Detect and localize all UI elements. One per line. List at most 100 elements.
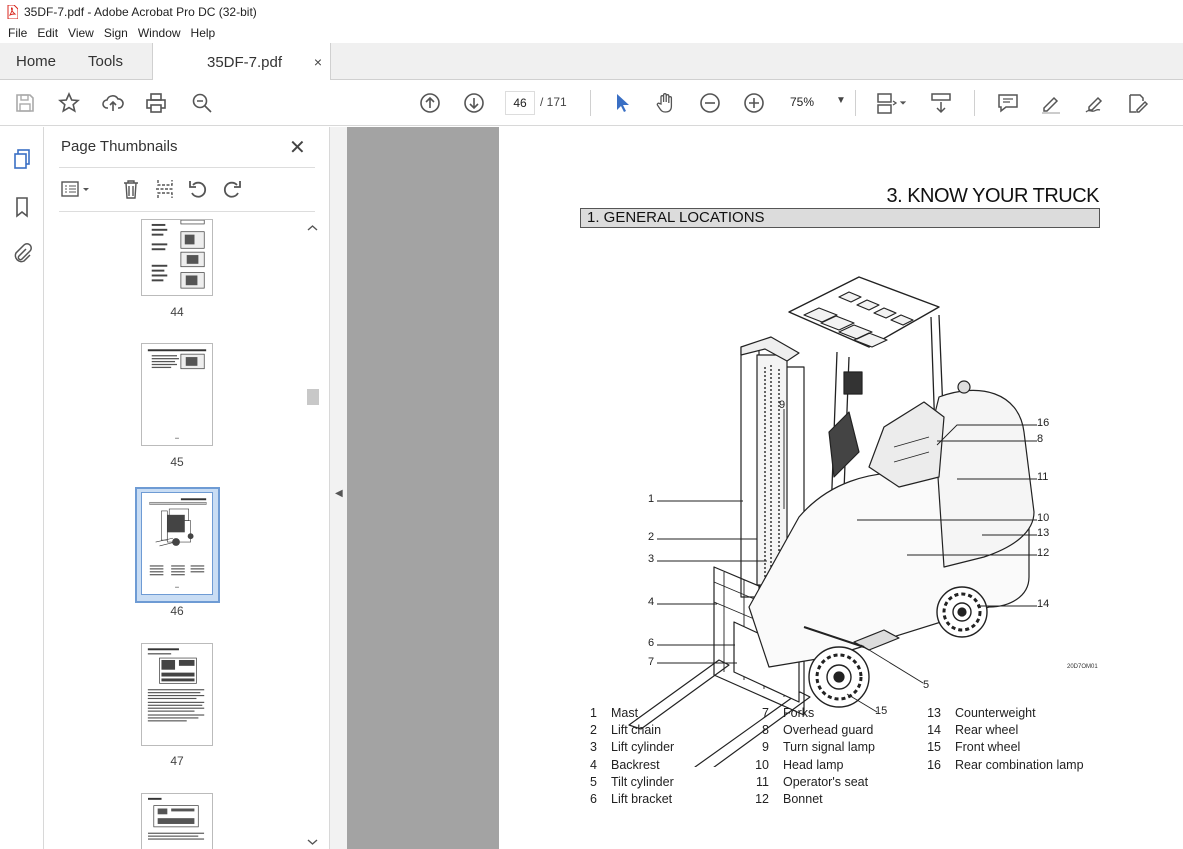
menu-help[interactable]: Help bbox=[186, 26, 221, 40]
edit-pdf-icon[interactable] bbox=[1126, 91, 1150, 115]
legend-column-1: 1 Mast 2 Lift chain 3 Lift cylinder 4 Backre… bbox=[575, 705, 674, 808]
panel-close-icon[interactable]: ✕ bbox=[289, 135, 306, 160]
bookmark-star-icon[interactable] bbox=[57, 91, 81, 115]
callout-label: 13 bbox=[1037, 527, 1050, 539]
callout-label: 11 bbox=[1037, 471, 1049, 483]
rotate-counterclockwise-icon[interactable] bbox=[185, 177, 211, 201]
section-heading: 1. GENERAL LOCATIONS bbox=[580, 208, 1100, 228]
share-upload-icon[interactable] bbox=[101, 91, 125, 115]
panel-collapse-splitter[interactable]: ◀ bbox=[329, 127, 347, 849]
fit-page-icon[interactable] bbox=[874, 91, 898, 115]
callout-label: 6 bbox=[648, 637, 655, 649]
page-total: / 171 bbox=[540, 95, 567, 109]
tab-tools[interactable]: Tools bbox=[88, 43, 123, 80]
legend-item: 9 Turn signal lamp bbox=[762, 740, 875, 755]
thumbnail-page[interactable] bbox=[141, 793, 213, 849]
previous-page-icon[interactable] bbox=[418, 91, 442, 115]
tab-document[interactable]: 35DF-7.pdf × bbox=[152, 43, 331, 81]
thumbnail-page[interactable] bbox=[141, 343, 213, 446]
scroll-down-arrow-icon[interactable] bbox=[305, 837, 320, 847]
thumbnail-page-number: 46 bbox=[170, 604, 184, 618]
zoom-dropdown-chevron-icon[interactable]: ▼ bbox=[836, 95, 846, 106]
menu-bar: File Edit View Sign Window Help bbox=[0, 23, 1183, 43]
callout-label: 10 bbox=[1037, 512, 1050, 524]
next-page-icon[interactable] bbox=[462, 91, 486, 115]
fit-dropdown-chevron-icon[interactable] bbox=[898, 91, 908, 115]
menu-sign[interactable]: Sign bbox=[99, 26, 133, 40]
legend-column-3: 13 Counterweight 14 Rear wheel 15 Front whe… bbox=[919, 705, 1084, 774]
page-thumbnails-panel: Page Thumbnails ✕ 44 45 46 47 bbox=[45, 127, 329, 849]
thumbnail-page-number: 45 bbox=[170, 455, 184, 469]
rotate-clockwise-icon[interactable] bbox=[219, 177, 245, 201]
legend-column-2: 7 Forks 8 Overhead guard 9 Turn signal lamp… bbox=[747, 705, 875, 808]
left-navigation-rail bbox=[0, 127, 44, 849]
scrollbar-thumb[interactable] bbox=[307, 389, 319, 405]
callout-label: 16 bbox=[1037, 417, 1050, 429]
thumbnail-scrollbar[interactable] bbox=[305, 219, 320, 849]
panel-divider bbox=[59, 167, 315, 168]
bookmarks-icon[interactable] bbox=[10, 195, 34, 219]
callout-label: 7 bbox=[648, 656, 655, 668]
scroll-up-arrow-icon[interactable] bbox=[305, 223, 320, 233]
callout-label: 8 bbox=[1037, 433, 1044, 445]
document-viewer[interactable]: 3. KNOW YOUR TRUCK 1. GENERAL LOCATIONS bbox=[347, 127, 1183, 849]
legend-item: 7 Forks bbox=[762, 706, 815, 720]
menu-view[interactable]: View bbox=[63, 26, 99, 40]
tab-close-icon[interactable]: × bbox=[314, 54, 322, 70]
callout-label: 3 bbox=[648, 553, 655, 565]
tab-bar: Home Tools 35DF-7.pdf × bbox=[0, 43, 1183, 81]
scroll-mode-icon[interactable] bbox=[929, 91, 953, 115]
thumbnail-list: 44 45 46 47 bbox=[59, 219, 307, 849]
legend-item: 15 Front wheel bbox=[927, 740, 1021, 755]
legend-item: 11 Operator's seat bbox=[756, 774, 869, 789]
attachments-paperclip-icon[interactable] bbox=[10, 241, 34, 265]
page-number-input[interactable]: 46 bbox=[505, 91, 535, 115]
forklift-diagram bbox=[628, 276, 1037, 767]
extract-split-page-icon[interactable] bbox=[152, 177, 178, 201]
menu-window[interactable]: Window bbox=[133, 26, 186, 40]
window-title: 35DF-7.pdf - Adobe Acrobat Pro DC (32-bi… bbox=[24, 4, 257, 19]
legend-item: 4 Backrest bbox=[590, 757, 660, 772]
hand-tool-icon[interactable] bbox=[654, 91, 678, 115]
legend-item: 3 Lift cylinder bbox=[590, 740, 675, 755]
legend-item: 14 Rear wheel bbox=[927, 723, 1019, 738]
zoom-level[interactable]: 75% bbox=[790, 95, 814, 109]
figure-code: 20D7OM01 bbox=[1067, 664, 1098, 670]
title-bar: 35DF-7.pdf - Adobe Acrobat Pro DC (32-bi… bbox=[0, 0, 1183, 23]
tab-document-label: 35DF-7.pdf bbox=[207, 53, 283, 71]
zoom-search-icon[interactable] bbox=[190, 91, 214, 115]
delete-page-trash-icon[interactable] bbox=[118, 177, 144, 201]
menu-edit[interactable]: Edit bbox=[32, 26, 63, 40]
thumbnail-page-selected[interactable] bbox=[141, 492, 213, 595]
legend-item: 5 Tilt cylinder bbox=[590, 774, 674, 789]
legend-item: 1 Mast bbox=[590, 706, 639, 720]
print-icon[interactable] bbox=[144, 91, 168, 115]
menu-file[interactable]: File bbox=[3, 26, 32, 40]
callout-label: 5 bbox=[923, 679, 930, 691]
legend-item: 12 Bonnet bbox=[755, 792, 823, 807]
callout-label: 1 bbox=[648, 493, 655, 505]
draw-sign-icon[interactable] bbox=[1083, 91, 1107, 115]
tab-home[interactable]: Home bbox=[16, 43, 56, 80]
zoom-in-icon[interactable] bbox=[742, 91, 766, 115]
highlight-pen-icon[interactable] bbox=[1039, 91, 1063, 115]
callout-label: 15 bbox=[875, 705, 888, 717]
thumbnail-page[interactable] bbox=[141, 643, 213, 746]
zoom-out-icon[interactable] bbox=[698, 91, 722, 115]
select-cursor-icon[interactable] bbox=[610, 91, 634, 115]
page-thumbnails-icon[interactable] bbox=[10, 147, 34, 171]
thumbnail-options-menu-icon[interactable] bbox=[59, 177, 93, 201]
thumbnail-page[interactable] bbox=[141, 219, 213, 296]
comment-icon[interactable] bbox=[996, 91, 1020, 115]
legend-item: 16 Rear combination lamp bbox=[927, 757, 1084, 772]
toolbar-divider bbox=[974, 90, 975, 116]
legend-item: 10 Head lamp bbox=[755, 757, 844, 772]
callout-label: 9 bbox=[779, 399, 786, 411]
collapse-left-arrow-icon[interactable]: ◀ bbox=[335, 488, 343, 499]
legend-item: 13 Counterweight bbox=[927, 706, 1036, 720]
callout-label: 12 bbox=[1037, 547, 1050, 559]
save-icon[interactable] bbox=[13, 91, 37, 115]
acrobat-pdf-icon bbox=[6, 4, 19, 19]
toolbar-divider bbox=[855, 90, 856, 116]
legend-item: 2 Lift chain bbox=[590, 723, 662, 738]
